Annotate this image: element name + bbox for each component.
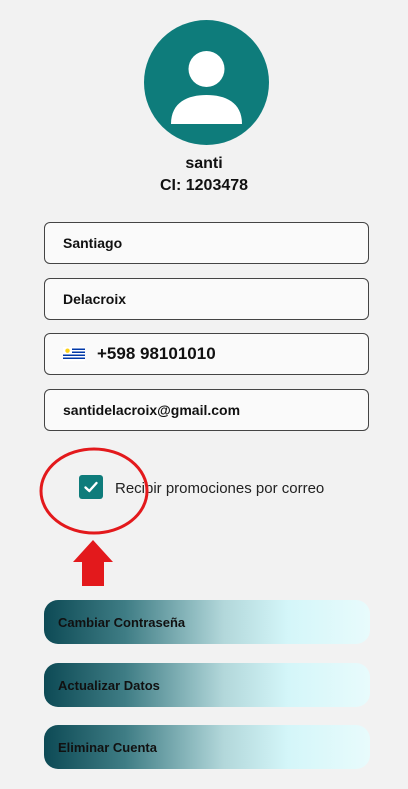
user-name: santi bbox=[185, 155, 223, 172]
promotions-checkbox[interactable] bbox=[79, 475, 103, 499]
email-value: santidelacroix@gmail.com bbox=[63, 402, 241, 418]
update-data-label: Actualizar Datos bbox=[58, 677, 160, 693]
email-field[interactable]: santidelacroix@gmail.com bbox=[44, 389, 369, 431]
annotation-arrow-icon bbox=[73, 540, 113, 586]
user-ci: CI: 1203478 bbox=[159, 177, 249, 194]
profile-avatar[interactable] bbox=[144, 20, 269, 145]
last-name-value: Delacroix bbox=[63, 291, 127, 307]
delete-account-button[interactable]: Eliminar Cuenta bbox=[44, 725, 370, 769]
checkmark-icon bbox=[84, 481, 98, 493]
delete-account-label: Eliminar Cuenta bbox=[58, 739, 157, 755]
promotions-label: Recibir promociones por correo bbox=[115, 480, 325, 497]
change-password-label: Cambiar Contraseña bbox=[58, 614, 186, 630]
uruguay-flag-icon bbox=[63, 347, 85, 361]
person-icon bbox=[171, 51, 242, 124]
phone-field[interactable]: +598 98101010 bbox=[44, 333, 369, 375]
last-name-field[interactable]: Delacroix bbox=[44, 278, 369, 320]
update-data-button[interactable]: Actualizar Datos bbox=[44, 663, 370, 707]
first-name-value: Santiago bbox=[63, 235, 123, 251]
phone-value: +598 98101010 bbox=[97, 344, 216, 363]
first-name-field[interactable]: Santiago bbox=[44, 222, 369, 264]
change-password-button[interactable]: Cambiar Contraseña bbox=[44, 600, 370, 644]
